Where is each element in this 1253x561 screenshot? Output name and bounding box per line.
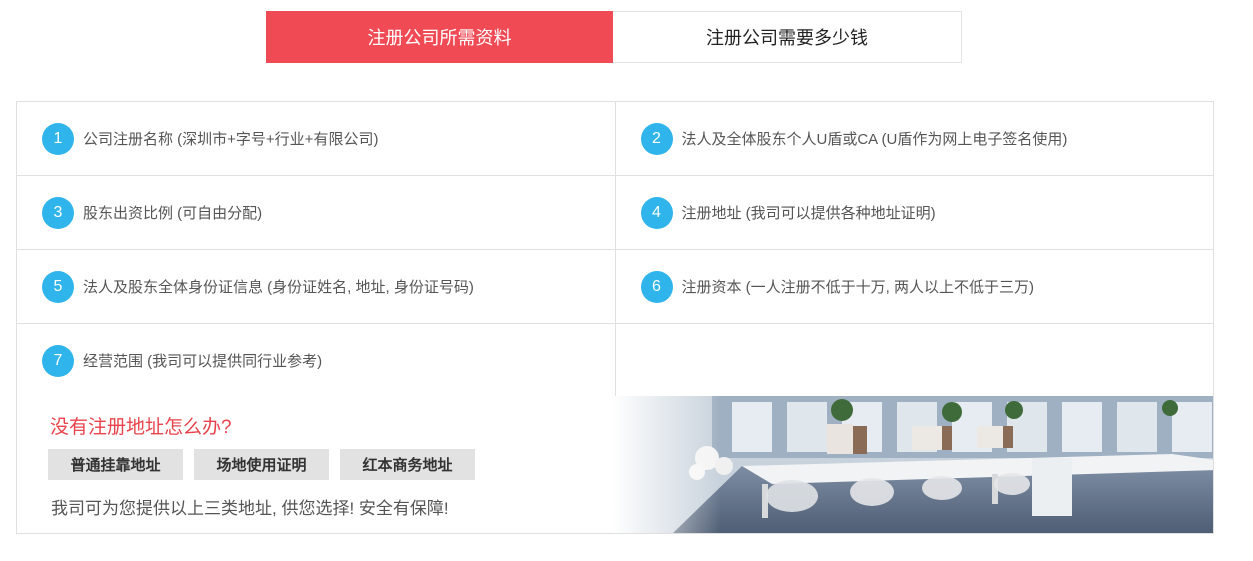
material-item: 6 注册资本 (一人注册不低于十万, 两人以上不低于三万)	[615, 250, 1214, 324]
number-badge: 4	[640, 196, 673, 229]
material-item: 2 法人及全体股东个人U盾或CA (U盾作为网上电子签名使用)	[615, 102, 1214, 176]
tab-bar: 注册公司所需资料 注册公司需要多少钱	[266, 11, 962, 63]
material-item: 5 法人及股东全体身份证信息 (身份证姓名, 地址, 身份证号码)	[17, 250, 616, 324]
banner-description: 我司可为您提供以上三类地址, 供您选择! 安全有保障!	[51, 499, 449, 518]
material-item: 7 经营范围 (我司可以提供同行业参考)	[17, 324, 616, 398]
tag-business-address[interactable]: 红本商务地址	[340, 449, 475, 480]
grid-row: 7 经营范围 (我司可以提供同行业参考)	[17, 324, 1214, 398]
materials-grid: 1 公司注册名称 (深圳市+字号+行业+有限公司) 2 法人及全体股东个人U盾或…	[16, 101, 1214, 398]
address-type-tags: 普通挂靠地址 场地使用证明 红本商务地址	[48, 449, 486, 480]
material-item: 1 公司注册名称 (深圳市+字号+行业+有限公司)	[17, 102, 616, 176]
grid-row: 3 股东出资比例 (可自由分配) 4 注册地址 (我司可以提供各种地址证明)	[17, 176, 1214, 250]
material-text: 法人及全体股东个人U盾或CA (U盾作为网上电子签名使用)	[681, 131, 1068, 148]
grid-row: 1 公司注册名称 (深圳市+字号+行业+有限公司) 2 法人及全体股东个人U盾或…	[17, 102, 1214, 176]
material-text: 经营范围 (我司可以提供同行业参考)	[83, 353, 323, 370]
number-badge: 3	[42, 196, 74, 229]
banner-title: 没有注册地址怎么办?	[50, 417, 232, 438]
empty-cell	[615, 324, 1214, 398]
address-banner: 没有注册地址怎么办? 普通挂靠地址 场地使用证明 红本商务地址 我司可为您提供以…	[16, 396, 1214, 534]
grid-row: 5 法人及股东全体身份证信息 (身份证姓名, 地址, 身份证号码) 6 注册资本…	[17, 250, 1214, 324]
material-item: 3 股东出资比例 (可自由分配)	[17, 176, 616, 250]
number-badge: 5	[42, 270, 74, 303]
number-badge: 2	[640, 122, 673, 155]
tag-venue-certificate[interactable]: 场地使用证明	[194, 449, 329, 480]
number-badge: 7	[42, 344, 74, 377]
tab-required-materials[interactable]: 注册公司所需资料	[266, 11, 613, 63]
material-text: 注册地址 (我司可以提供各种地址证明)	[681, 205, 936, 222]
office-photo	[612, 396, 1213, 533]
number-badge: 6	[640, 270, 673, 303]
material-item: 4 注册地址 (我司可以提供各种地址证明)	[615, 176, 1214, 250]
material-text: 法人及股东全体身份证信息 (身份证姓名, 地址, 身份证号码)	[83, 279, 474, 296]
number-badge: 1	[42, 122, 74, 155]
tab-registration-cost[interactable]: 注册公司需要多少钱	[613, 11, 962, 63]
material-text: 注册资本 (一人注册不低于十万, 两人以上不低于三万)	[681, 279, 1035, 296]
material-text: 股东出资比例 (可自由分配)	[83, 205, 263, 222]
tag-affiliated-address[interactable]: 普通挂靠地址	[48, 449, 183, 480]
material-text: 公司注册名称 (深圳市+字号+行业+有限公司)	[83, 131, 379, 148]
